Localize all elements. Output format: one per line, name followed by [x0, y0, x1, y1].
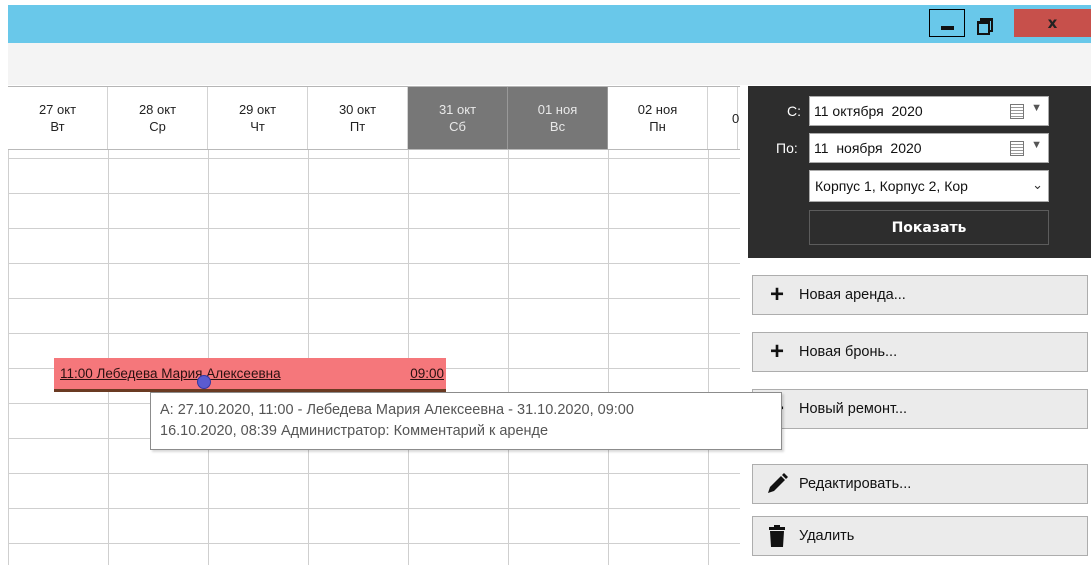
- new-reservation-button[interactable]: + Новая бронь...: [752, 332, 1088, 372]
- tooltip-line-1: А: 27.10.2020, 11:00 - Лебедева Мария Ал…: [160, 402, 634, 418]
- booking-end-time: 09:00: [410, 366, 444, 381]
- rental-calendar[interactable]: 27 окт Вт 28 окт Ср 29 окт Чт 30 окт Пт 31 о…: [8, 86, 740, 565]
- booking-bar[interactable]: 11:00 Лебедева Мария Алексеевна 09:00: [54, 358, 446, 392]
- trash-icon: [765, 524, 789, 548]
- calendar-icon[interactable]: [1010, 141, 1024, 156]
- chevron-down-icon: ⌄: [1032, 177, 1043, 192]
- tooltip-line-2: 16.10.2020, 08:39 Администратор: Коммент…: [160, 423, 549, 439]
- new-repair-button[interactable]: + Новый ремонт...: [752, 389, 1088, 429]
- restore-icon-front: [977, 21, 990, 35]
- from-date-field[interactable]: 11 октября 2020 ▼: [809, 96, 1049, 126]
- button-label: Новая аренда...: [799, 287, 906, 303]
- booking-tooltip: А: 27.10.2020, 11:00 - Лебедева Мария Ал…: [150, 392, 782, 450]
- day-column-header[interactable]: 02 ноя Пн: [608, 87, 708, 149]
- from-label: С:: [787, 103, 801, 119]
- day-date: 31 окт: [438, 102, 477, 117]
- booking-label: 11:00 Лебедева Мария Алексеевна: [60, 366, 281, 381]
- to-label: По:: [776, 140, 798, 156]
- booking-guest-name: Лебедева Мария Алексеевна: [96, 366, 281, 381]
- day-date: 28 окт: [138, 102, 177, 117]
- day-column-header-weekend[interactable]: 31 окт Сб: [408, 87, 508, 149]
- pencil-icon: [765, 472, 789, 496]
- day-date: 0: [732, 110, 740, 126]
- plus-icon: +: [769, 338, 784, 365]
- day-column-header-weekend[interactable]: 01 ноя Вс: [508, 87, 608, 149]
- buildings-value: Корпус 1, Корпус 2, Кор: [815, 178, 968, 194]
- close-button[interactable]: x: [1014, 9, 1091, 37]
- minimize-button[interactable]: [929, 9, 965, 37]
- day-column-header[interactable]: 29 окт Чт: [208, 87, 308, 149]
- delete-button[interactable]: Удалить: [752, 516, 1088, 556]
- day-weekday: Чт: [250, 119, 265, 134]
- button-label: Новый ремонт...: [799, 401, 908, 417]
- dropdown-arrow-icon[interactable]: ▼: [1031, 139, 1042, 151]
- window-titlebar: x: [8, 5, 1091, 43]
- booking-start-time: 11:00: [60, 366, 93, 381]
- day-column-header[interactable]: 0: [708, 87, 740, 149]
- minimize-icon: [940, 25, 954, 30]
- day-weekday: Пн: [649, 119, 666, 134]
- restore-button[interactable]: [966, 9, 1002, 37]
- drag-handle-icon[interactable]: [197, 375, 211, 389]
- day-weekday: Вт: [50, 119, 65, 134]
- day-date: 29 окт: [238, 102, 277, 117]
- calendar-header: 27 окт Вт 28 окт Ср 29 окт Чт 30 окт Пт 31 о…: [8, 87, 740, 150]
- toolbar-strip: [8, 43, 1091, 85]
- day-weekday: Вс: [549, 119, 566, 134]
- button-label: Удалить: [799, 528, 855, 544]
- buildings-select[interactable]: Корпус 1, Корпус 2, Кор ⌄: [809, 170, 1049, 202]
- calendar-icon[interactable]: [1010, 104, 1024, 119]
- day-date: 27 окт: [38, 102, 77, 117]
- plus-icon: +: [769, 281, 784, 308]
- new-rental-button[interactable]: + Новая аренда...: [752, 275, 1088, 315]
- day-weekday: Сб: [449, 119, 466, 134]
- dropdown-arrow-icon[interactable]: ▼: [1031, 102, 1042, 114]
- day-column-header[interactable]: 30 окт Пт: [308, 87, 408, 149]
- edit-button[interactable]: Редактировать...: [752, 464, 1088, 504]
- day-column-header[interactable]: 27 окт Вт: [8, 87, 108, 149]
- button-label: Редактировать...: [799, 476, 912, 492]
- day-weekday: Пт: [349, 119, 366, 134]
- day-column-header[interactable]: 28 окт Ср: [108, 87, 208, 149]
- day-date: 01 ноя: [537, 102, 578, 117]
- button-label: Новая бронь...: [799, 344, 898, 360]
- to-date-field[interactable]: 11 ноября 2020 ▼: [809, 133, 1049, 163]
- day-date: 02 ноя: [637, 102, 678, 117]
- day-weekday: Ср: [149, 119, 166, 134]
- show-button[interactable]: Показать: [809, 210, 1049, 245]
- close-icon: x: [1047, 14, 1058, 32]
- to-date-value: 11 ноября 2020: [814, 140, 922, 156]
- from-date-value: 11 октября 2020: [814, 103, 923, 119]
- day-date: 30 окт: [338, 102, 377, 117]
